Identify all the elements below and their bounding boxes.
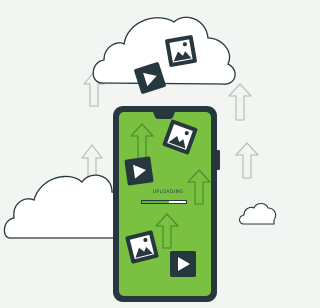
play-tile: [124, 156, 154, 186]
cloud-icon: [92, 16, 236, 85]
upload-progress-fill: [142, 201, 170, 203]
phone-notch: [153, 112, 175, 119]
image-tile: [165, 35, 197, 67]
cloud-icon: [3, 174, 127, 239]
uploading-label: UPLOADING: [152, 190, 184, 195]
up-arrow-icon: [235, 142, 259, 179]
cloud-icon: [238, 202, 277, 225]
upload-illustration: [3, 16, 277, 302]
play-tile: [170, 251, 196, 277]
up-arrow-icon: [228, 83, 252, 121]
upload-progress-bar: [141, 200, 187, 204]
